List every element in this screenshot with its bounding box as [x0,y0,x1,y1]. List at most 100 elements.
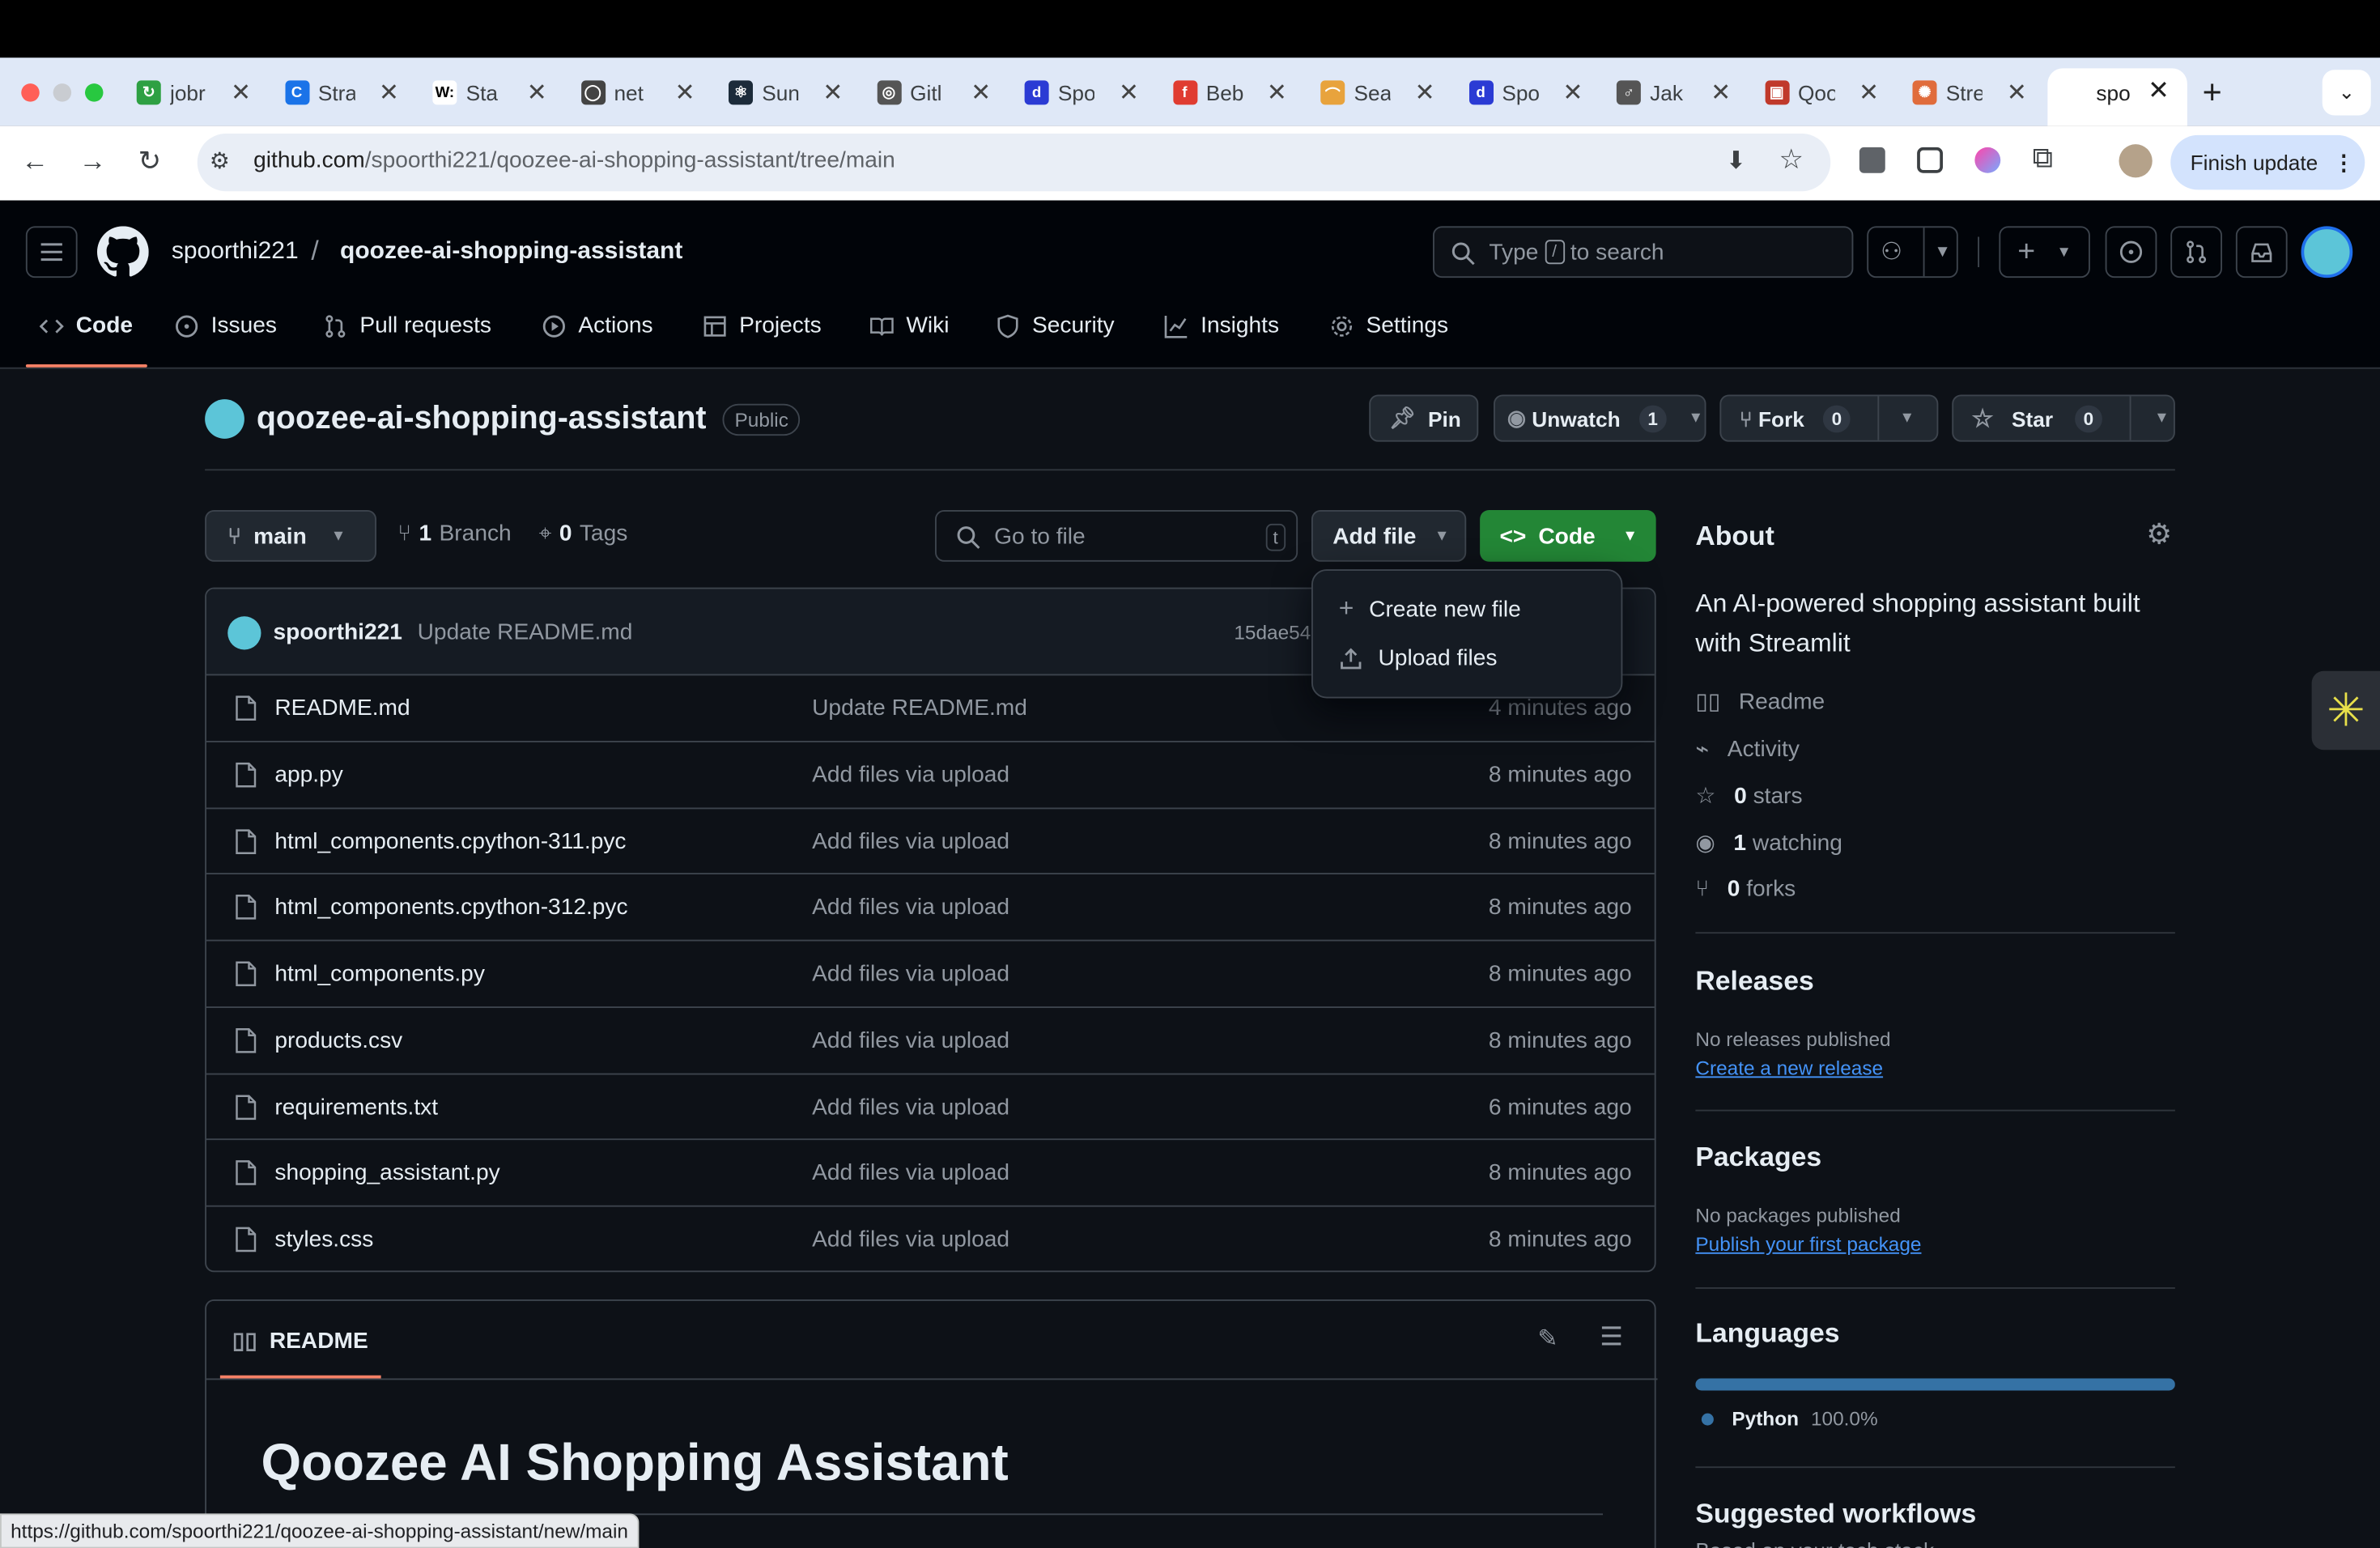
install-app-icon[interactable]: ⬇ [1726,146,1746,176]
star-button[interactable]: ☆ Star 0 ▼ [1952,394,2175,442]
table-row[interactable]: html_components.cpython-311.pyc Add files… [206,808,1655,875]
zoom-window-button[interactable] [85,83,104,102]
active-tab[interactable]: spo ✕ [2047,68,2187,126]
minimize-window-button[interactable] [53,83,72,102]
create-new-file-item[interactable]: + Create new file [1339,593,1521,624]
file-name[interactable]: html_components.cpython-311.pyc [274,828,626,854]
file-commit-message[interactable]: Add files via upload [812,1094,1009,1120]
file-name[interactable]: app.py [274,762,342,788]
browser-tab[interactable]: W: Sta ✕ [432,70,547,115]
close-tab-icon[interactable]: ✕ [1119,78,1139,108]
packages-heading[interactable]: Packages [1695,1142,1821,1173]
forward-icon[interactable]: → [79,146,107,177]
publish-package-link[interactable]: Publish your first package [1695,1233,1921,1256]
tags-link[interactable]: ⌖ 0 Tags [539,521,628,546]
branch-selector[interactable]: ⑂ main ▼ [205,510,376,562]
table-row[interactable]: html_components.cpython-312.pyc Add files… [206,874,1655,942]
close-tab-icon[interactable]: ✕ [1562,78,1583,108]
gear-icon[interactable]: ⚙ [2146,517,2172,552]
commit-hash[interactable]: 15dae54 [1234,621,1311,644]
extension-icon[interactable] [1974,147,2001,173]
create-new-button[interactable]: + ▼ [1999,226,2090,279]
commit-message[interactable]: Update README.md [418,619,633,645]
close-tab-icon[interactable]: ✕ [674,78,695,108]
browser-tab[interactable]: d Spo ✕ [1468,70,1583,115]
file-commit-message[interactable]: Add files via upload [812,1027,1009,1053]
repo-title[interactable]: qoozee-ai-shopping-assistant [257,401,707,437]
readme-tab[interactable]: ▯▯ README [232,1327,368,1354]
close-tab-icon[interactable]: ✕ [2148,76,2170,107]
table-row[interactable]: styles.css Add files via upload 8 minutes … [206,1207,1655,1271]
owner-link[interactable]: spoorthi221 [172,238,299,266]
releases-heading[interactable]: Releases [1695,966,1813,997]
activity-link[interactable]: ⌁ Activity [1695,735,1800,762]
url-text[interactable]: github.com/spoorthi221/qoozee-ai-shoppin… [253,147,895,173]
tab-security[interactable]: Security [996,313,1115,338]
go-to-file-input[interactable]: Go to file t [935,510,1298,562]
file-commit-message[interactable]: Add files via upload [812,1160,1009,1186]
close-window-button[interactable] [21,83,40,102]
back-icon[interactable]: ← [21,146,49,177]
tab-wiki[interactable]: Wiki [869,313,949,338]
browser-tab[interactable]: ◯ net ✕ [580,70,695,115]
table-row[interactable]: requirements.txt Add files via upload 6 mi… [206,1074,1655,1141]
inbox-button[interactable] [2235,226,2288,279]
table-row[interactable]: app.py Add files via upload 8 minutes ago [206,742,1655,809]
profile-avatar[interactable] [2119,144,2153,178]
tab-issues[interactable]: Issues [175,313,277,338]
finish-update-button[interactable]: Finish update ⋮ [2170,134,2365,190]
file-name[interactable]: html_components.py [274,961,485,987]
forks-link[interactable]: ⑂ 0 forks [1695,876,1796,902]
close-tab-icon[interactable]: ✕ [1711,78,1731,108]
fork-button[interactable]: ⑂ Fork 0 ▼ [1719,394,1939,442]
create-release-link[interactable]: Create a new release [1695,1057,1883,1079]
file-name[interactable]: README.md [274,695,410,721]
bookmark-star-icon[interactable]: ☆ [1779,144,1804,176]
user-avatar[interactable] [2301,226,2353,279]
close-tab-icon[interactable]: ✕ [1415,78,1435,108]
tab-insights[interactable]: Insights [1164,313,1279,338]
issues-button[interactable] [2105,226,2157,279]
table-row[interactable]: html_components.py Add files via upload 8 … [206,942,1655,1008]
edit-pencil-icon[interactable]: ✎ [1537,1324,1558,1354]
close-tab-icon[interactable]: ✕ [971,78,991,108]
file-commit-message[interactable]: Add files via upload [812,895,1009,921]
tab-pull-requests[interactable]: Pull requests [323,313,491,338]
file-name[interactable]: shopping_assistant.py [274,1160,499,1186]
file-name[interactable]: styles.css [274,1227,373,1252]
close-tab-icon[interactable]: ✕ [822,78,843,108]
readme-link[interactable]: ▯▯ Readme [1695,687,1825,715]
close-tab-icon[interactable]: ✕ [1267,78,1287,108]
browser-tab[interactable]: ♂ Jak ✕ [1616,70,1731,115]
site-info-icon[interactable]: ⚙ [210,147,230,175]
unwatch-button[interactable]: ◉ Unwatch 1 ▼ [1494,394,1706,442]
file-commit-message[interactable]: Update README.md [812,695,1027,721]
tab-code[interactable]: Code [39,313,133,338]
close-tab-icon[interactable]: ✕ [1859,78,1879,108]
browser-tab[interactable]: ✺ Stre ✕ [1912,70,2027,115]
outline-list-icon[interactable]: ☰ [1600,1322,1623,1353]
github-logo-icon[interactable] [97,226,149,278]
browser-tab[interactable]: ⌒ Sea ✕ [1320,70,1435,115]
table-row[interactable]: products.csv Add files via upload 8 minute… [206,1008,1655,1074]
browser-tab[interactable]: ◎ Gitl ✕ [876,70,991,115]
file-commit-message[interactable]: Add files via upload [812,828,1009,854]
file-commit-message[interactable]: Add files via upload [812,1227,1009,1252]
file-name[interactable]: products.csv [274,1027,402,1053]
close-tab-icon[interactable]: ✕ [231,78,251,108]
file-commit-message[interactable]: Add files via upload [812,762,1009,788]
file-commit-message[interactable]: Add files via upload [812,961,1009,987]
new-tab-button[interactable]: + [2203,73,2222,113]
file-name[interactable]: requirements.txt [274,1094,438,1120]
table-row[interactable]: shopping_assistant.py Add files via uploa… [206,1141,1655,1207]
browser-tab[interactable]: ↻ jobr ✕ [136,70,251,115]
commit-author[interactable]: spoorthi221 [274,619,402,645]
browser-tab[interactable]: f Beb ✕ [1172,70,1287,115]
tab-search-button[interactable]: ⌄ [2322,70,2371,116]
close-tab-icon[interactable]: ✕ [379,78,399,108]
assistant-widget[interactable]: ✳ [2311,670,2380,751]
hamburger-menu-button[interactable] [25,226,78,279]
pin-button[interactable]: 📌︎ Pin [1369,394,1479,442]
browser-tab[interactable]: d Spo ✕ [1024,70,1139,115]
watching-link[interactable]: ◉ 1 watching [1695,829,1842,857]
